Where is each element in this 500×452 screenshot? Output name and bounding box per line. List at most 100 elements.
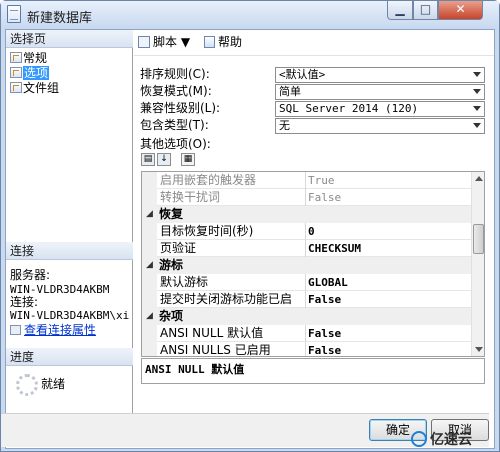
recovery-model-select[interactable]: 简单 bbox=[275, 84, 485, 100]
page-icon bbox=[10, 52, 22, 63]
maximize-button[interactable]: □ bbox=[413, 1, 438, 20]
grid-category-row[interactable]: ◢ 游标 bbox=[142, 257, 472, 274]
property-value[interactable]: False bbox=[305, 291, 470, 308]
property-name: 恢复 bbox=[159, 207, 184, 221]
help-icon bbox=[204, 36, 215, 48]
script-icon bbox=[138, 36, 150, 48]
collapse-icon[interactable]: ◢ bbox=[146, 206, 153, 223]
grid-category-row[interactable]: ◢ 杂项 bbox=[142, 308, 472, 325]
property-name: 转换干扰词 bbox=[160, 190, 221, 204]
scroll-up-icon[interactable] bbox=[475, 176, 483, 181]
property-name: 目标恢复时间(秒) bbox=[160, 224, 254, 238]
grid-category-row[interactable]: ◢ 恢复 bbox=[142, 206, 472, 223]
link-text[interactable]: 查看连接属性 bbox=[24, 323, 96, 337]
title-bar[interactable]: 新建数据库 ▁ □ ✕ bbox=[1, 1, 499, 29]
row-gutter bbox=[142, 189, 157, 206]
scroll-down-icon[interactable] bbox=[475, 347, 483, 352]
row-gutter bbox=[142, 342, 157, 356]
close-button[interactable]: ✕ bbox=[438, 1, 483, 20]
row-gutter bbox=[142, 274, 157, 291]
scroll-thumb[interactable] bbox=[473, 224, 484, 254]
progress-header: 进度 bbox=[6, 348, 133, 366]
grid-scrollbar[interactable] bbox=[471, 172, 484, 356]
minimize-button[interactable]: ▁ bbox=[387, 1, 413, 20]
toolbar: 脚本 ▼ 帮助 bbox=[134, 30, 494, 56]
containment-value: 无 bbox=[279, 119, 290, 132]
page-icon bbox=[10, 67, 22, 78]
grid-property-row[interactable]: 目标恢复时间(秒) 0 bbox=[142, 223, 472, 240]
page-label: 选项 bbox=[23, 66, 50, 80]
grid-property-row[interactable]: 启用嵌套的触发器 True bbox=[142, 172, 472, 189]
dropdown-arrow-icon bbox=[473, 72, 481, 77]
sort-alphabetical-icon[interactable]: ↓ bbox=[157, 153, 171, 166]
row-gutter bbox=[142, 223, 157, 240]
recovery-model-label: 恢复模式(M): bbox=[140, 84, 212, 98]
grid-property-row[interactable]: 提交时关闭游标功能已启 False bbox=[142, 291, 472, 308]
page-item-filegroups[interactable]: 文件组 bbox=[10, 81, 59, 95]
row-gutter bbox=[142, 291, 157, 308]
select-page-header: 选择页 bbox=[6, 30, 133, 48]
collation-value: <默认值> bbox=[279, 68, 326, 81]
window-title: 新建数据库 bbox=[27, 11, 93, 26]
watermark-logo-icon bbox=[411, 431, 427, 447]
page-label: 常规 bbox=[23, 51, 48, 65]
dropdown-arrow-icon bbox=[473, 123, 481, 128]
progress-status: 就绪 bbox=[41, 377, 66, 391]
categorized-icon[interactable]: ▤ bbox=[141, 153, 155, 166]
compat-level-label: 兼容性级别(L): bbox=[140, 101, 221, 115]
grid-property-row[interactable]: 转换干扰词 False bbox=[142, 189, 472, 206]
property-pages-icon[interactable]: ▦ bbox=[181, 153, 195, 166]
grid-property-row[interactable]: 默认游标 GLOBAL bbox=[142, 274, 472, 291]
compat-level-value: SQL Server 2014 (120) bbox=[279, 102, 419, 115]
property-value[interactable]: False bbox=[305, 325, 470, 342]
dropdown-arrow-icon bbox=[473, 89, 481, 94]
page-label: 文件组 bbox=[23, 81, 60, 95]
watermark-text: 亿速云 bbox=[430, 432, 472, 448]
script-label: 脚本 bbox=[153, 35, 178, 49]
row-gutter bbox=[142, 172, 157, 189]
collapse-icon[interactable]: ◢ bbox=[146, 308, 153, 325]
compat-level-select[interactable]: SQL Server 2014 (120) bbox=[275, 101, 485, 117]
property-value[interactable]: True bbox=[305, 172, 470, 189]
property-name: 启用嵌套的触发器 bbox=[160, 173, 257, 187]
property-value[interactable]: CHECKSUM bbox=[305, 240, 470, 257]
property-value[interactable]: False bbox=[305, 342, 470, 356]
containment-select[interactable]: 无 bbox=[275, 118, 485, 134]
watermark: 亿速云 bbox=[411, 429, 472, 449]
property-name: ANSI NULLS 已启用 bbox=[160, 343, 271, 357]
grid-property-row[interactable]: ANSI NULL 默认值 False bbox=[142, 325, 472, 342]
collation-select[interactable]: <默认值> bbox=[275, 67, 485, 83]
grid-property-row[interactable]: 页验证 CHECKSUM bbox=[142, 240, 472, 257]
connection-label: 连接: bbox=[10, 295, 39, 309]
view-connection-properties-link[interactable]: 查看连接属性 bbox=[10, 321, 96, 338]
property-name: 游标 bbox=[159, 258, 184, 272]
property-grid: 启用嵌套的触发器 True 转换干扰词 False ◢ 恢复目标恢复时间(秒) 0 页验证 CH… bbox=[141, 171, 485, 357]
containment-label: 包含类型(T): bbox=[140, 118, 209, 132]
page-item-options[interactable]: 选项 bbox=[10, 66, 50, 80]
progress-spinner-icon bbox=[16, 374, 38, 396]
left-pane: 选择页 常规 选项 文件组 连接 服务器: WIN-VLDR3D4AKBM 连接… bbox=[6, 30, 133, 414]
script-button[interactable]: 脚本 ▼ bbox=[138, 35, 190, 50]
help-button[interactable]: 帮助 bbox=[204, 35, 242, 50]
collapse-icon[interactable]: ◢ bbox=[146, 257, 153, 274]
property-name: 页验证 bbox=[160, 241, 197, 255]
new-database-dialog: 新建数据库 ▁ □ ✕ 选择页 常规 选项 文件组 连接 服务器: WIN-VL… bbox=[0, 0, 500, 452]
row-gutter bbox=[142, 240, 157, 257]
page-icon bbox=[10, 82, 22, 93]
property-name: 提交时关闭游标功能已启 bbox=[160, 292, 293, 306]
toolbar-divider bbox=[134, 55, 494, 56]
property-value[interactable]: False bbox=[305, 189, 470, 206]
property-name: 杂项 bbox=[159, 309, 184, 323]
server-label: 服务器: bbox=[10, 268, 51, 282]
property-value[interactable]: GLOBAL bbox=[305, 274, 470, 291]
page-item-general[interactable]: 常规 bbox=[10, 51, 47, 65]
connection-header: 连接 bbox=[6, 242, 133, 260]
property-name: 默认游标 bbox=[160, 275, 209, 289]
dropdown-arrow-icon bbox=[473, 106, 481, 111]
property-value[interactable]: 0 bbox=[305, 223, 470, 240]
collation-label: 排序规则(C): bbox=[140, 67, 210, 81]
other-options-label: 其他选项(O): bbox=[140, 137, 211, 151]
property-name: ANSI NULL 默认值 bbox=[160, 326, 264, 340]
grid-property-row[interactable]: ANSI NULLS 已启用 False bbox=[142, 342, 472, 357]
row-gutter bbox=[142, 325, 157, 342]
